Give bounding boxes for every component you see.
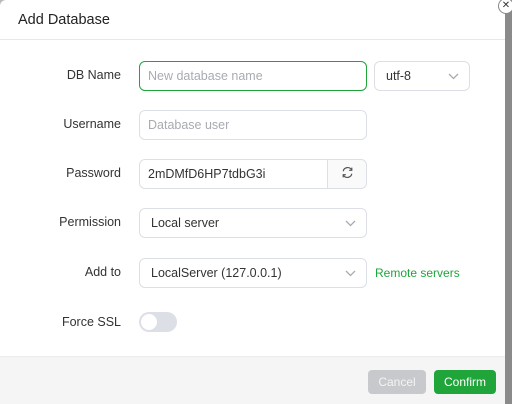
row-add-to: Add to LocalServer (127.0.0.1) Remote se… — [0, 258, 505, 288]
chevron-down-icon — [443, 73, 463, 80]
password-field-wrap — [139, 159, 367, 189]
chevron-down-icon — [340, 270, 360, 277]
force-ssl-label: Force SSL — [61, 315, 121, 329]
dialog-footer: Cancel Confirm — [0, 356, 505, 404]
permission-value: Local server — [151, 216, 220, 230]
username-input[interactable] — [140, 111, 366, 139]
charset-value: utf-8 — [386, 69, 412, 83]
password-label: Password — [66, 166, 121, 180]
row-permission: Permission Local server — [0, 208, 505, 238]
row-password: Password — [0, 159, 505, 189]
force-ssl-toggle[interactable] — [139, 312, 177, 332]
username-field-wrap — [139, 110, 367, 140]
username-label: Username — [63, 117, 121, 131]
dialog-title: Add Database — [18, 11, 110, 28]
toggle-knob — [141, 314, 157, 330]
add-database-dialog: Add Database DB Name utf-8 Username — [0, 0, 505, 404]
confirm-button[interactable]: Confirm — [434, 370, 496, 394]
refresh-icon — [341, 166, 354, 182]
row-force-ssl: Force SSL — [0, 308, 505, 338]
dialog-header: Add Database — [0, 0, 505, 40]
regenerate-password-button[interactable] — [327, 160, 366, 188]
add-to-select[interactable]: LocalServer (127.0.0.1) — [139, 258, 367, 288]
row-db-name: DB Name utf-8 — [0, 61, 505, 91]
db-name-field-wrap — [139, 61, 367, 91]
permission-label: Permission — [59, 215, 121, 229]
add-to-label: Add to — [84, 265, 121, 279]
remote-servers-link[interactable]: Remote servers — [375, 266, 460, 280]
row-username: Username — [0, 110, 505, 140]
permission-select[interactable]: Local server — [139, 208, 367, 238]
close-icon[interactable]: ✕ — [498, 0, 512, 14]
charset-select[interactable]: utf-8 — [374, 61, 470, 91]
db-name-input[interactable] — [140, 62, 366, 90]
db-name-label: DB Name — [66, 68, 121, 82]
chevron-down-icon — [340, 220, 360, 227]
add-to-value: LocalServer (127.0.0.1) — [151, 266, 282, 280]
cancel-button[interactable]: Cancel — [368, 370, 426, 394]
